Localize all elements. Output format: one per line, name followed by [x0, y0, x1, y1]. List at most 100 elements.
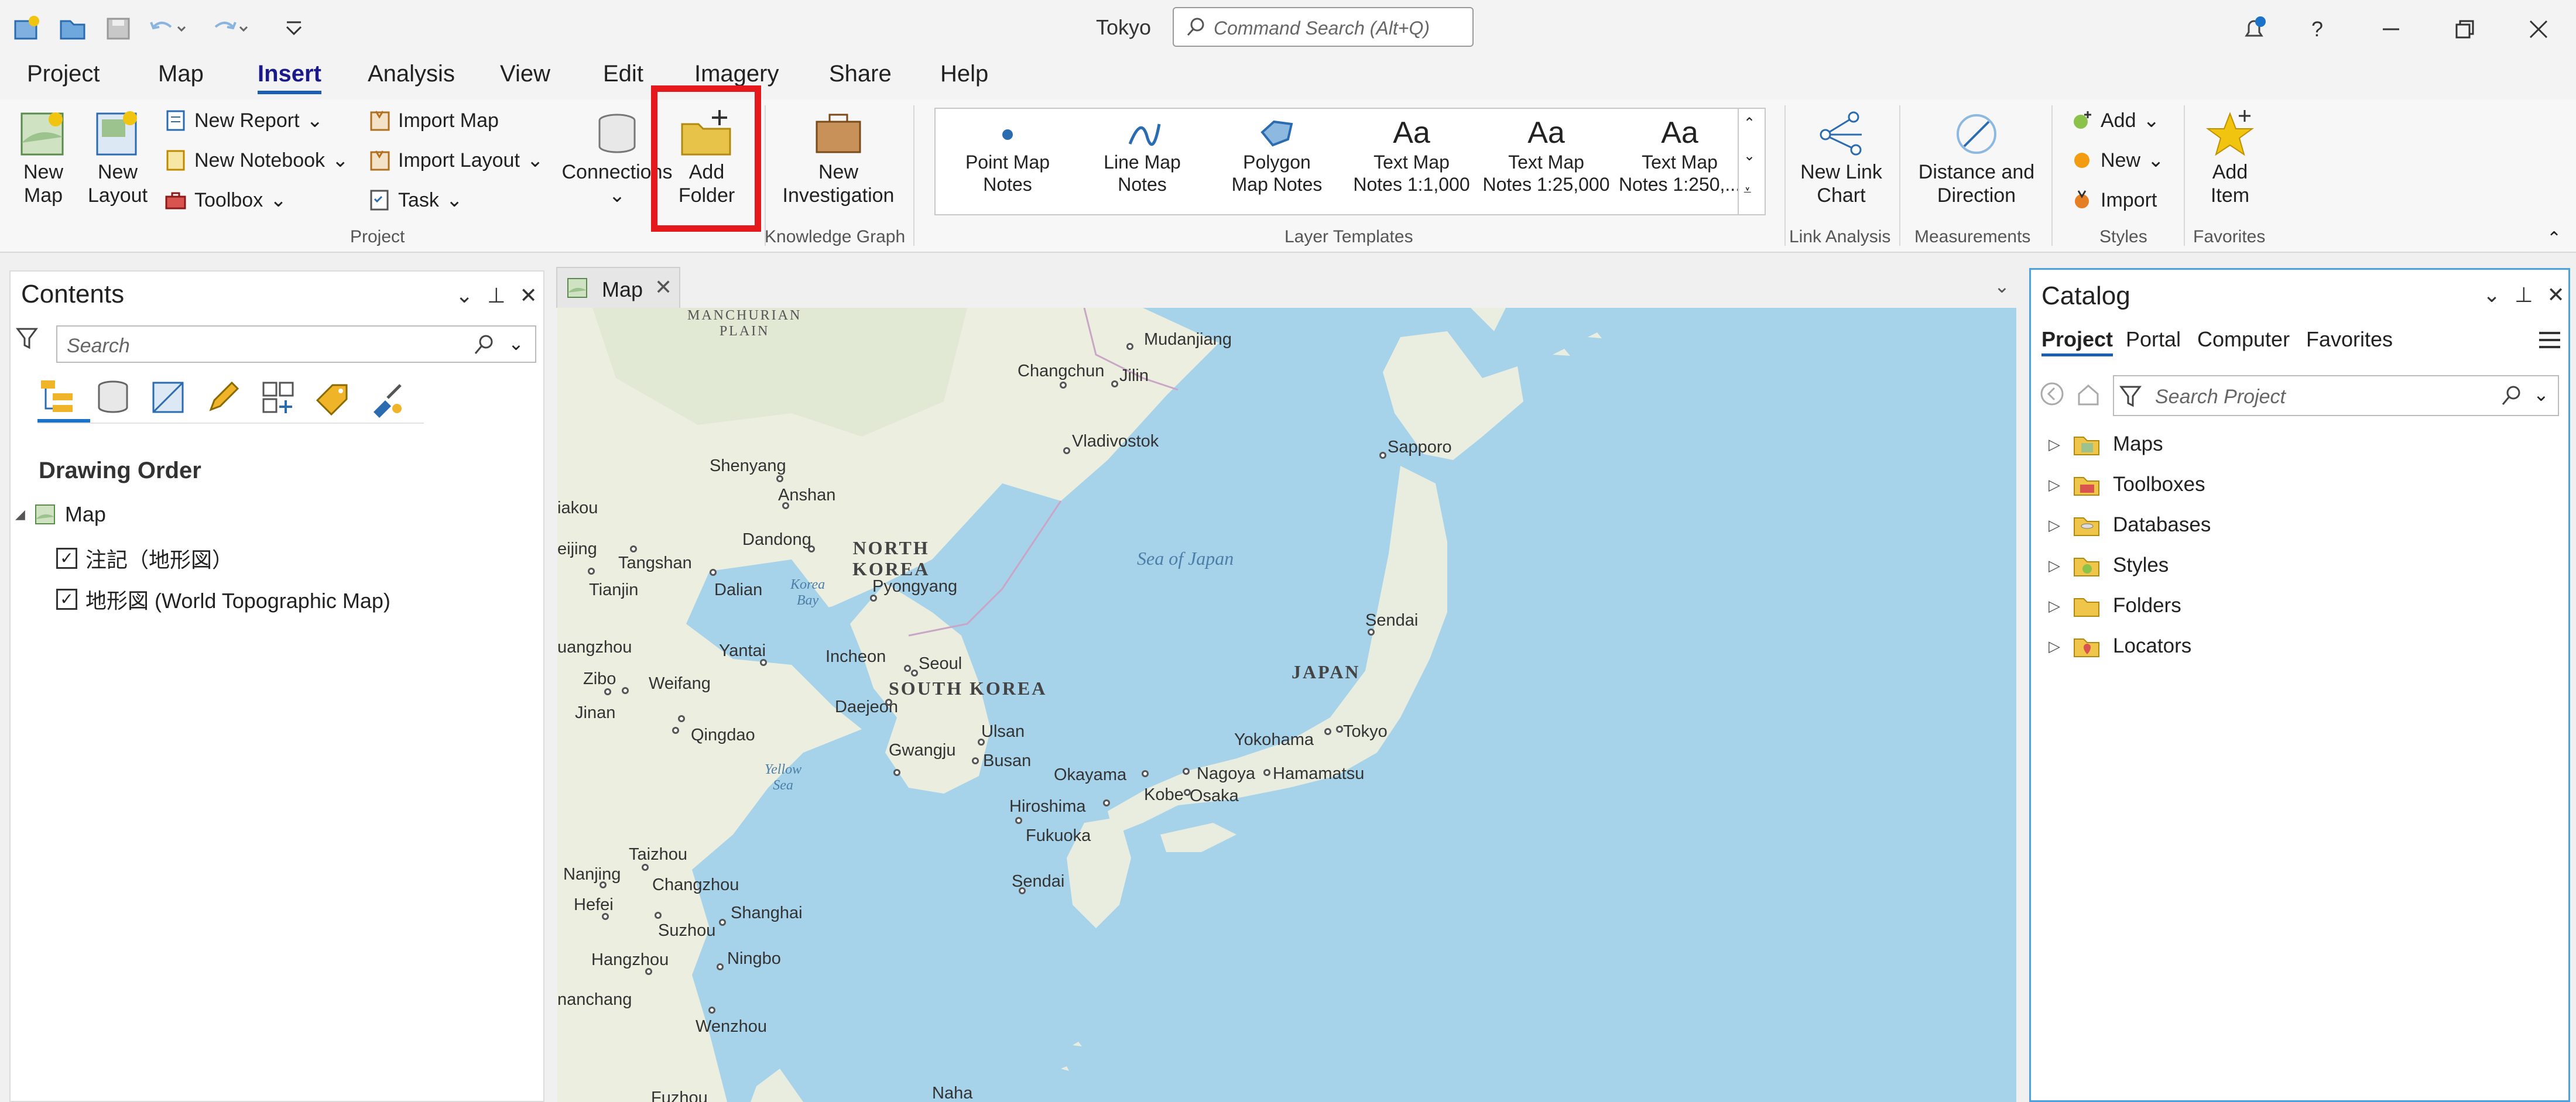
catalog-item-styles[interactable]: ▷ Styles: [2049, 554, 2169, 577]
new-notebook-button[interactable]: New Notebook ⌄: [164, 149, 349, 172]
menu-icon[interactable]: [2537, 328, 2563, 352]
catalog-tab-project[interactable]: Project: [2041, 327, 2113, 356]
gallery-scrollbar[interactable]: ⌃ ⌄ ⩡: [1738, 109, 1765, 214]
tab-analysis[interactable]: Analysis: [368, 61, 455, 87]
minimize-icon[interactable]: [2373, 12, 2409, 47]
expand-triangle-icon[interactable]: ▷: [2049, 557, 2060, 575]
import-layout-button[interactable]: Import Layout ⌄: [368, 149, 543, 172]
new-report-button[interactable]: New Report ⌄: [164, 109, 323, 132]
labeling-icon[interactable]: [313, 377, 354, 418]
collapse-triangle-icon[interactable]: ◢: [15, 507, 25, 522]
expand-triangle-icon[interactable]: ▷: [2049, 476, 2060, 494]
measurements-label: Measurements: [1914, 227, 2031, 246]
expand-triangle-icon[interactable]: ▷: [2049, 516, 2060, 534]
expand-triangle-icon[interactable]: ▷: [2049, 637, 2060, 655]
undo-icon[interactable]: [146, 13, 186, 43]
map-tree-node[interactable]: ◢ Map: [15, 502, 106, 527]
back-icon[interactable]: [2039, 381, 2065, 407]
redo-icon[interactable]: [208, 13, 248, 43]
text-map-notes-250-item[interactable]: Aa Text Map Notes 1:250,...: [1614, 115, 1746, 195]
close-icon[interactable]: [2521, 12, 2556, 47]
tab-map[interactable]: Map: [158, 61, 204, 87]
tab-project[interactable]: Project: [27, 61, 100, 87]
notifications-icon[interactable]: [2236, 12, 2272, 47]
tab-insert[interactable]: Insert: [258, 61, 321, 94]
expand-triangle-icon[interactable]: ▷: [2049, 435, 2060, 454]
chevron-down-icon: ⌄: [2147, 149, 2164, 171]
catalog-item-toolboxes[interactable]: ▷ Toolboxes: [2049, 473, 2205, 496]
pin-icon[interactable]: ⊥: [2515, 283, 2533, 307]
restore-icon[interactable]: [2447, 12, 2482, 47]
gallery-expand-icon[interactable]: ⩡: [1743, 183, 1752, 199]
text-map-notes-25000-item[interactable]: Aa Text Map Notes 1:25,000: [1480, 115, 1612, 195]
help-icon[interactable]: ?: [2300, 12, 2335, 47]
chevron-down-icon[interactable]: ⌄: [455, 283, 473, 308]
collapse-ribbon-icon[interactable]: ⌃: [2547, 228, 2561, 249]
line-map-notes-item[interactable]: Line Map Notes: [1076, 115, 1208, 195]
chevron-down-icon: ⌄: [526, 149, 544, 171]
close-icon[interactable]: ✕: [520, 283, 537, 308]
filter-icon[interactable]: [2119, 383, 2142, 409]
tab-imagery[interactable]: Imagery: [694, 61, 779, 87]
catalog-item-databases[interactable]: ▷ Databases: [2049, 513, 2211, 537]
pin-icon[interactable]: ⊥: [487, 283, 505, 308]
catalog-item-locators[interactable]: ▷ Locators: [2049, 634, 2191, 658]
chevron-down-icon[interactable]: ⌄: [508, 332, 524, 355]
tab-help[interactable]: Help: [940, 61, 988, 87]
catalog-tab-computer[interactable]: Computer: [2197, 327, 2290, 352]
editing-icon[interactable]: [203, 377, 244, 418]
tab-view[interactable]: View: [500, 61, 550, 87]
contents-search-input[interactable]: Search ⌄: [56, 325, 536, 363]
save-project-icon[interactable]: [103, 13, 133, 43]
new-link-chart-button[interactable]: New Link Chart: [1791, 108, 1891, 207]
task-button[interactable]: Task ⌄: [368, 188, 463, 212]
catalog-tab-favorites[interactable]: Favorites: [2306, 327, 2393, 352]
toolbox-button[interactable]: Toolbox ⌄: [164, 188, 287, 212]
close-icon[interactable]: ✕: [655, 275, 672, 300]
map-canvas[interactable]: MANCHURIAN PLAIN Mudanjiang Changchun Ji…: [557, 308, 2016, 1102]
filter-icon[interactable]: [15, 325, 39, 351]
import-map-button[interactable]: Import Map: [368, 109, 499, 132]
catalog-tab-portal[interactable]: Portal: [2126, 327, 2181, 352]
tab-edit[interactable]: Edit: [603, 61, 643, 87]
expand-triangle-icon[interactable]: ▷: [2049, 597, 2060, 615]
chevron-down-icon[interactable]: ⌄: [1743, 147, 1755, 164]
chevron-down-icon[interactable]: ⌄: [1994, 275, 2010, 297]
new-investigation-button[interactable]: New Investigation: [773, 108, 904, 207]
distance-direction-button[interactable]: Distance and Direction: [1906, 108, 2047, 207]
new-map-button[interactable]: New Map: [8, 108, 78, 207]
close-icon[interactable]: ✕: [2547, 283, 2565, 307]
command-search-input[interactable]: Command Search (Alt+Q): [1173, 7, 1474, 47]
chevron-down-icon[interactable]: ⌄: [2533, 383, 2549, 406]
open-project-icon[interactable]: [57, 13, 88, 43]
new-layout-button[interactable]: New Layout: [80, 108, 156, 207]
layer-row[interactable]: ✓ 注記（地形図）: [56, 543, 233, 574]
catalog-item-folders[interactable]: ▷ Folders: [2049, 594, 2181, 617]
add-style-button[interactable]: Add ⌄: [2070, 109, 2160, 132]
new-project-icon[interactable]: [12, 13, 42, 43]
tab-share[interactable]: Share: [829, 61, 892, 87]
layer-row[interactable]: ✓ 地形図 (World Topographic Map): [56, 584, 390, 614]
add-item-button[interactable]: Add Item: [2192, 108, 2268, 207]
point-map-notes-item[interactable]: Point Map Notes: [941, 115, 1074, 195]
import-style-button[interactable]: Import: [2070, 188, 2157, 212]
selection-icon[interactable]: [148, 377, 189, 418]
layer-visibility-checkbox[interactable]: ✓: [56, 589, 77, 610]
text-map-notes-1000-item[interactable]: Aa Text Map Notes 1:1,000: [1345, 115, 1478, 195]
map-view-tab[interactable]: Map ✕: [556, 267, 680, 308]
home-icon[interactable]: [2075, 382, 2101, 408]
data-source-icon[interactable]: [93, 377, 133, 418]
catalog-search-input[interactable]: Search Project ⌄: [2113, 375, 2559, 416]
drawing-order-icon[interactable]: [37, 377, 78, 418]
polygon-map-notes-item[interactable]: Polygon Map Notes: [1211, 115, 1343, 195]
favorites-label: Favorites: [2193, 227, 2266, 246]
chevron-down-icon[interactable]: ⌄: [2483, 283, 2500, 307]
layer-visibility-checkbox[interactable]: ✓: [56, 548, 77, 569]
layer-templates-gallery: Point Map Notes Line Map Notes Polygon M…: [934, 108, 1766, 215]
customize-toolbar-icon[interactable]: [279, 13, 309, 43]
chevron-up-icon[interactable]: ⌃: [1743, 115, 1755, 132]
symbology-icon[interactable]: [368, 377, 409, 418]
snapping-icon[interactable]: [258, 377, 299, 418]
catalog-item-maps[interactable]: ▷ Maps: [2049, 432, 2163, 456]
new-style-button[interactable]: New ⌄: [2070, 149, 2164, 172]
